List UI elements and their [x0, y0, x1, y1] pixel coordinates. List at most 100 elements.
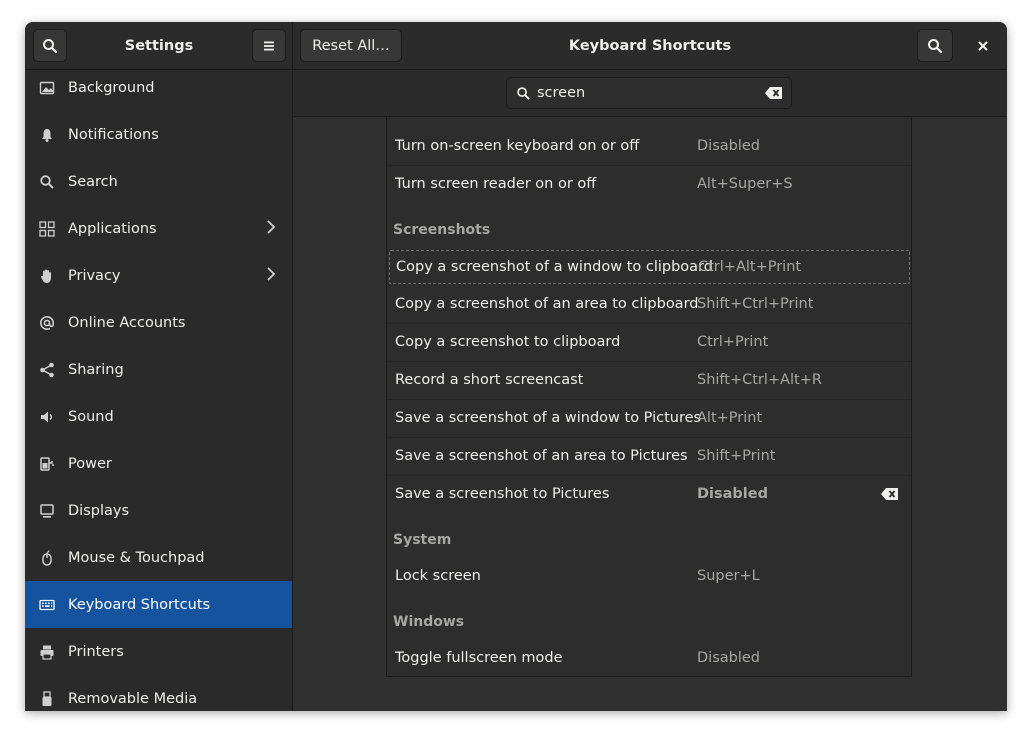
chevron-right-icon [266, 266, 276, 285]
hand-icon [39, 268, 55, 284]
sidebar-item-label: Keyboard Shortcuts [68, 596, 211, 613]
sidebar-item-label: Power [68, 455, 112, 472]
shortcut-accel: Alt+Print [697, 410, 763, 426]
sidebar-item-sound[interactable]: Sound [25, 393, 292, 440]
settings-window: Settings Reset All… Keyboard Shortcuts B… [25, 22, 1007, 711]
search-icon [43, 38, 58, 53]
sidebar-item-label: Sharing [68, 361, 124, 378]
shortcut-accel: Shift+Ctrl+Print [697, 296, 814, 312]
search-input[interactable]: screen [506, 77, 792, 109]
headerbar-divider [292, 22, 293, 69]
printer-icon [39, 644, 55, 660]
shortcut-label: Save a screenshot of an area to Pictures [395, 448, 688, 464]
sidebar-item-sharing[interactable]: Sharing [25, 346, 292, 393]
shortcut-label: Turn screen reader on or off [395, 176, 597, 192]
speaker-icon [39, 409, 55, 425]
reset-all-button[interactable]: Reset All… [300, 29, 402, 62]
shortcut-label: Copy a screenshot of an area to clipboar… [395, 296, 699, 312]
chevron-right-icon [266, 219, 276, 238]
sidebar-item-label: Removable Media [68, 690, 198, 707]
section-header-windows: Windows [393, 614, 465, 630]
sidebar-item-label: Online Accounts [68, 314, 186, 331]
shortcut-label: Turn on-screen keyboard on or off [395, 138, 640, 154]
sidebar-item-label: Printers [68, 643, 124, 660]
shortcut-accel: Ctrl+Print [697, 334, 769, 350]
shortcut-row[interactable]: Turn on-screen keyboard on or off Disabl… [387, 127, 911, 165]
shortcut-label: Save a screenshot to Pictures [395, 486, 610, 502]
sidebar-title: Settings [124, 37, 194, 54]
shortcut-search-toggle[interactable] [917, 29, 953, 62]
sidebar-item-printers[interactable]: Printers [25, 628, 292, 675]
shortcut-label: Copy a screenshot to clipboard [395, 334, 621, 350]
section-header-screenshots: Screenshots [393, 222, 491, 238]
mouse-icon [39, 549, 55, 566]
sidebar-item-label: Notifications [68, 126, 159, 143]
power-plug-icon [39, 456, 55, 472]
shortcut-row[interactable]: Copy a screenshot of an area to clipboar… [387, 285, 911, 323]
reset-shortcut-icon[interactable] [881, 487, 899, 505]
page-title: Keyboard Shortcuts [568, 37, 732, 54]
image-icon [39, 80, 55, 96]
sidebar-item-notifications[interactable]: Notifications [25, 111, 292, 158]
shortcut-row[interactable]: Toggle fullscreen mode Disabled [387, 639, 911, 676]
shortcut-label: Toggle fullscreen mode [395, 650, 563, 666]
close-icon [978, 40, 988, 51]
shortcut-label: Copy a screenshot of a window to clipboa… [396, 259, 713, 275]
share-icon [39, 362, 55, 378]
shortcut-row[interactable]: Record a short screencast Shift+Ctrl+Alt… [387, 361, 911, 399]
sidebar-search-button[interactable] [33, 29, 67, 62]
content-area: screen Turn on-screen keyboard on or off… [293, 70, 1007, 711]
shortcut-row[interactable]: Copy a screenshot to clipboard Ctrl+Prin… [387, 323, 911, 361]
hamburger-menu-icon [264, 41, 274, 50]
sidebar-item-label: Background [68, 79, 155, 96]
shortcut-label: Lock screen [395, 568, 481, 584]
shortcut-accel: Shift+Ctrl+Alt+R [697, 372, 822, 388]
shortcut-accel: Ctrl+Alt+Print [698, 259, 802, 275]
shortcut-accel: Disabled [697, 650, 760, 666]
shortcut-row[interactable]: Copy a screenshot of a window to clipboa… [389, 250, 910, 284]
sidebar: Background Notifications Search Applicat… [25, 70, 293, 711]
shortcut-accel: Shift+Print [697, 448, 776, 464]
close-button[interactable] [967, 29, 999, 62]
clear-search-icon[interactable] [765, 86, 783, 104]
search-icon [928, 38, 943, 53]
sidebar-item-mouse-touchpad[interactable]: Mouse & Touchpad [25, 534, 292, 581]
sidebar-item-removable-media[interactable]: Removable Media [25, 675, 292, 711]
sidebar-item-label: Search [68, 173, 118, 190]
shortcut-row[interactable]: Turn screen reader on or off Alt+Super+S [387, 165, 911, 203]
sidebar-item-label: Privacy [68, 267, 121, 284]
shortcut-row[interactable]: Save a screenshot of a window to Picture… [387, 399, 911, 437]
sidebar-item-applications[interactable]: Applications [25, 205, 292, 252]
shortcut-accel: Disabled [697, 138, 760, 154]
sidebar-item-displays[interactable]: Displays [25, 487, 292, 534]
shortcut-row[interactable]: Save a screenshot to Pictures Disabled [387, 475, 911, 513]
shortcut-row[interactable]: Lock screen Super+L [387, 557, 911, 595]
usb-icon [39, 690, 55, 707]
search-icon [39, 174, 55, 190]
headerbar: Settings Reset All… Keyboard Shortcuts [25, 22, 1007, 70]
sidebar-item-power[interactable]: Power [25, 440, 292, 487]
sidebar-item-keyboard-shortcuts[interactable]: Keyboard Shortcuts [25, 581, 292, 628]
shortcut-list: Turn on-screen keyboard on or off Disabl… [386, 117, 912, 677]
shortcut-label: Save a screenshot of a window to Picture… [395, 410, 702, 426]
sidebar-item-label: Sound [68, 408, 114, 425]
main-menu-button[interactable] [252, 29, 286, 62]
sidebar-item-label: Mouse & Touchpad [68, 549, 205, 566]
at-icon [39, 315, 55, 331]
shortcut-accel: Alt+Super+S [697, 176, 793, 192]
sidebar-item-privacy[interactable]: Privacy [25, 252, 292, 299]
keyboard-icon [39, 597, 55, 613]
shortcut-label: Record a short screencast [395, 372, 584, 388]
search-icon [516, 86, 531, 105]
grid-icon [39, 220, 55, 237]
sidebar-item-online-accounts[interactable]: Online Accounts [25, 299, 292, 346]
bell-icon [39, 127, 55, 143]
sidebar-item-background[interactable]: Background [25, 70, 292, 111]
shortcut-row[interactable]: Save a screenshot of an area to Pictures… [387, 437, 911, 475]
sidebar-item-search[interactable]: Search [25, 158, 292, 205]
shortcut-accel: Super+L [697, 568, 760, 584]
shortcut-accel: Disabled [697, 486, 768, 502]
sidebar-item-label: Applications [68, 220, 157, 237]
search-input-value: screen [537, 85, 586, 101]
section-header-system: System [393, 532, 452, 548]
